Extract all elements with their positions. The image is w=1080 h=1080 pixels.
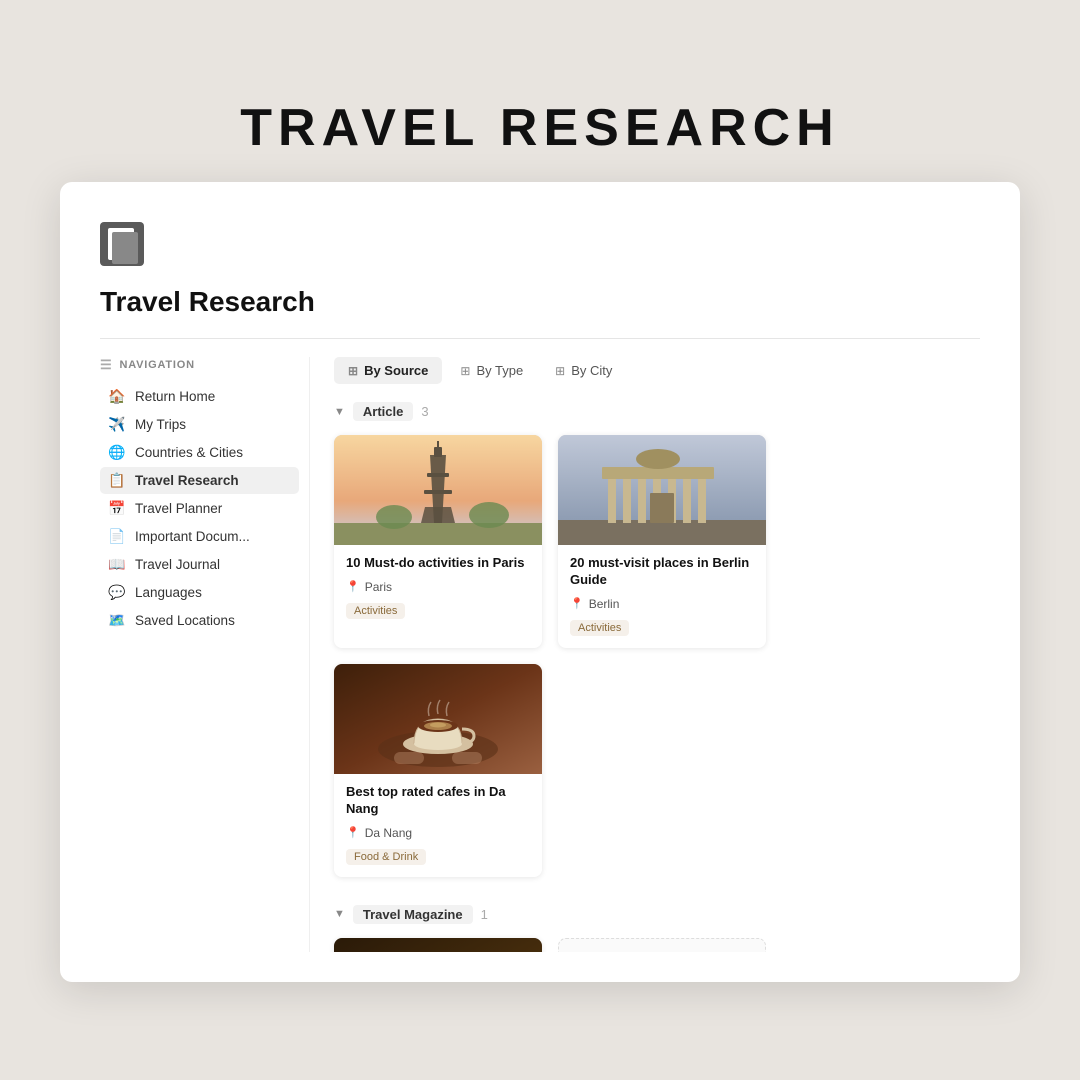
location-pin-icon-paris: 📍 [346, 580, 360, 593]
nav-header: ☰ Navigation [100, 357, 299, 373]
article-cards-grid: 10 Must-do activities in Paris 📍 Paris A… [334, 435, 980, 877]
tab-label-by-source: By Source [364, 363, 428, 378]
magazine-section-label: Travel Magazine [353, 905, 473, 924]
food-image-svg [334, 938, 542, 952]
main-content: ⊞ By Source ⊞ By Type ⊞ By City ▼ Art [310, 357, 980, 952]
location-pin-icon-cafe: 📍 [346, 826, 360, 839]
sidebar-label-countries-cities: Countries & Cities [135, 445, 243, 460]
chat-icon: 💬 [108, 584, 126, 601]
sidebar-label-return-home: Return Home [135, 389, 215, 404]
outer-wrapper: TRAVEL RESEARCH Travel Research ☰ Naviga… [0, 0, 1080, 1080]
app-header: Travel Research [100, 222, 980, 318]
card-danang-cafe-body: Best top rated cafes in Da Nang 📍 Da Nan… [334, 774, 542, 877]
card-paris-city: Paris [365, 580, 392, 594]
tab-by-city[interactable]: ⊞ By City [541, 357, 626, 384]
magazine-count: 1 [481, 907, 488, 922]
page-title: TRAVEL RESEARCH [240, 98, 839, 158]
magazine-cards-grid: Best Mi Quang places in Da Nang 📍 Da Nan… [334, 938, 980, 952]
sidebar-label-my-trips: My Trips [135, 417, 186, 432]
card-danang-cafe-title: Best top rated cafes in Da Nang [346, 784, 530, 818]
sidebar-item-travel-planner[interactable]: 📅 Travel Planner [100, 495, 299, 522]
card-danang-cafe[interactable]: Best top rated cafes in Da Nang 📍 Da Nan… [334, 664, 542, 877]
tab-label-by-type: By Type [476, 363, 523, 378]
sidebar-item-saved-locations[interactable]: 🗺️ Saved Locations [100, 607, 299, 634]
card-danang-cafe-tag: Food & Drink [346, 849, 426, 865]
document-icon: 📄 [108, 528, 126, 545]
card-paris-tag: Activities [346, 603, 405, 619]
sidebar-item-my-trips[interactable]: ✈️ My Trips [100, 411, 299, 438]
app-doc-title: Travel Research [100, 286, 315, 318]
header-divider [100, 338, 980, 339]
main-layout: ☰ Navigation 🏠 Return Home ✈️ My Trips 🌐… [100, 357, 980, 952]
card-miquang[interactable]: Best Mi Quang places in Da Nang 📍 Da Nan… [334, 938, 542, 952]
journal-icon: 📖 [108, 556, 126, 573]
grid-icon-source: ⊞ [348, 364, 358, 378]
card-paris-body: 10 Must-do activities in Paris 📍 Paris A… [334, 545, 542, 631]
sidebar-label-travel-research: Travel Research [135, 473, 239, 488]
nav-header-label: Navigation [119, 359, 194, 371]
magazine-toggle[interactable]: ▼ [334, 908, 345, 920]
sidebar-item-important-documents[interactable]: 📄 Important Docum... [100, 523, 299, 550]
card-paris-location: 📍 Paris [346, 580, 530, 594]
magazine-section-header: ▼ Travel Magazine 1 [334, 905, 980, 924]
clipboard-icon: 📋 [108, 472, 126, 489]
grid-icon-city: ⊞ [555, 364, 565, 378]
card-paris-title: 10 Must-do activities in Paris [346, 555, 530, 572]
map-icon: 🗺️ [108, 612, 126, 629]
article-section-label: Article [353, 402, 413, 421]
paris-image-svg [334, 435, 542, 545]
card-danang-cafe-image [334, 664, 542, 774]
globe-icon: 🌐 [108, 444, 126, 461]
sidebar: ☰ Navigation 🏠 Return Home ✈️ My Trips 🌐… [100, 357, 310, 952]
home-icon: 🏠 [108, 388, 126, 405]
sidebar-label-important-documents: Important Docum... [135, 529, 250, 544]
card-berlin-title: 20 must-visit places in Berlin Guide [570, 555, 754, 589]
card-danang-cafe-location: 📍 Da Nang [346, 826, 530, 840]
berlin-image-svg [558, 435, 766, 545]
tab-label-by-city: By City [571, 363, 612, 378]
sidebar-item-return-home[interactable]: 🏠 Return Home [100, 383, 299, 410]
card-berlin-tag: Activities [570, 620, 629, 636]
calendar-icon: 📅 [108, 500, 126, 517]
tabs-bar: ⊞ By Source ⊞ By Type ⊞ By City [334, 357, 980, 384]
sidebar-item-countries-cities[interactable]: 🌐 Countries & Cities [100, 439, 299, 466]
sidebar-label-travel-planner: Travel Planner [135, 501, 222, 516]
sidebar-label-languages: Languages [135, 585, 202, 600]
hamburger-icon: ☰ [100, 357, 112, 373]
card-berlin-image [558, 435, 766, 545]
sidebar-item-travel-journal[interactable]: 📖 Travel Journal [100, 551, 299, 578]
card-berlin[interactable]: 20 must-visit places in Berlin Guide 📍 B… [558, 435, 766, 648]
card-miquang-image [334, 938, 542, 952]
card-paris-image [334, 435, 542, 545]
new-card-button[interactable]: + + New [558, 938, 766, 952]
sidebar-label-saved-locations: Saved Locations [135, 613, 235, 628]
article-section-header: ▼ Article 3 [334, 402, 980, 421]
sidebar-item-travel-research[interactable]: 📋 Travel Research [100, 467, 299, 494]
sidebar-item-languages[interactable]: 💬 Languages [100, 579, 299, 606]
sidebar-label-travel-journal: Travel Journal [135, 557, 220, 572]
app-icon [100, 222, 144, 266]
card-danang-cafe-city: Da Nang [365, 826, 412, 840]
tab-by-type[interactable]: ⊞ By Type [446, 357, 537, 384]
location-pin-icon-berlin: 📍 [570, 597, 584, 610]
article-toggle[interactable]: ▼ [334, 406, 345, 418]
card-berlin-location: 📍 Berlin [570, 597, 754, 611]
article-count: 3 [421, 404, 428, 419]
tab-by-source[interactable]: ⊞ By Source [334, 357, 442, 384]
card-berlin-body: 20 must-visit places in Berlin Guide 📍 B… [558, 545, 766, 648]
plane-icon: ✈️ [108, 416, 126, 433]
card-berlin-city: Berlin [589, 597, 620, 611]
card-paris[interactable]: 10 Must-do activities in Paris 📍 Paris A… [334, 435, 542, 648]
grid-icon-type: ⊞ [460, 364, 470, 378]
app-window: Travel Research ☰ Navigation 🏠 Return Ho… [60, 182, 1020, 982]
cafe-image-svg [334, 664, 542, 774]
